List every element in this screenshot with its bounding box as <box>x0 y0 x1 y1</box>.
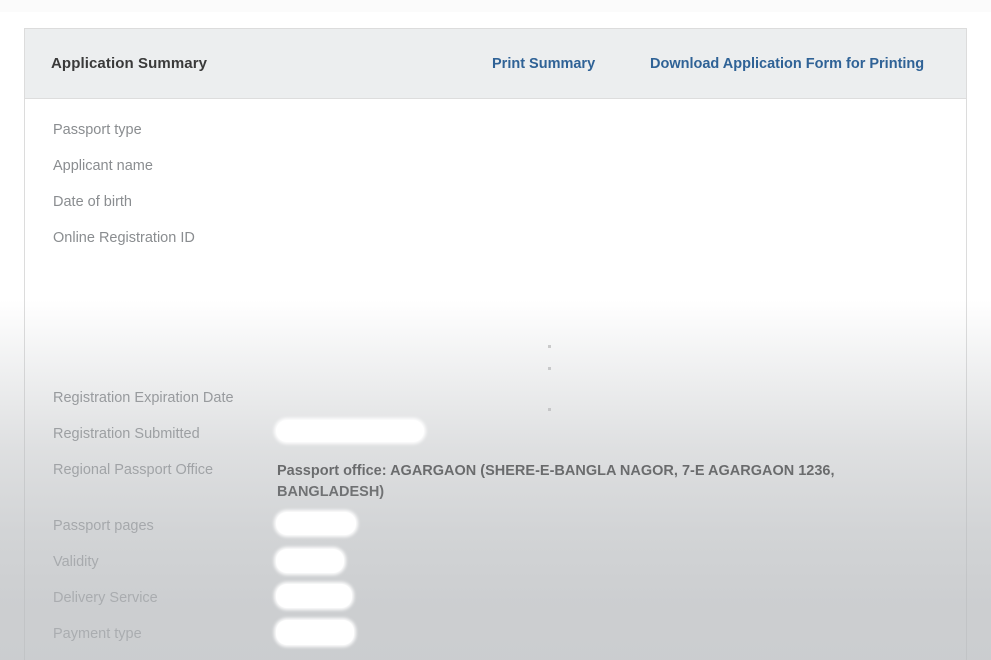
row-label-registration-submitted: Registration Submitted <box>53 426 200 442</box>
summary-body: Passport type Applicant name Date of bir… <box>25 99 966 660</box>
download-application-form-link[interactable]: Download Application Form for Printing <box>650 56 924 72</box>
table-row: Delivery Service <box>25 589 966 625</box>
page-title: Application Summary <box>51 55 208 72</box>
row-label-passport-type: Passport type <box>53 122 142 138</box>
page-canvas: Application Summary Print Summary Downlo… <box>0 0 991 660</box>
row-label-passport-pages: Passport pages <box>53 518 154 534</box>
redacted-ghost-text <box>275 195 336 211</box>
table-row: Payment type <box>25 625 966 660</box>
row-label-online-registration-id: Online Registration ID <box>53 230 195 246</box>
print-summary-link[interactable]: Print Summary <box>492 56 595 72</box>
application-summary-card: Application Summary Print Summary Downlo… <box>24 28 967 660</box>
table-row: Regional Passport Office Passport office… <box>25 461 966 513</box>
row-label-applicant-name: Applicant name <box>53 158 153 174</box>
row-value-regional-passport-office: Passport office: AGARGAON (SHERE-E-BANGL… <box>277 463 835 500</box>
card-header: Application Summary Print Summary Downlo… <box>25 29 966 99</box>
table-row: Passport type <box>25 121 966 157</box>
viewport-top-strip <box>0 0 991 12</box>
table-row: Validity <box>25 553 966 589</box>
table-row: Online Registration ID <box>25 229 966 265</box>
row-label-validity: Validity <box>53 554 99 570</box>
table-row: Passport pages <box>25 517 966 553</box>
row-label-payment-type: Payment type <box>53 626 142 642</box>
table-row: Date of birth <box>25 193 966 229</box>
row-label-date-of-birth: Date of birth <box>53 194 132 210</box>
row-label-regional-passport-office: Regional Passport Office <box>53 462 214 478</box>
table-row: Applicant name <box>25 157 966 193</box>
row-label-registration-expiration-date: Registration Expiration Date <box>53 390 234 406</box>
table-row: Registration Submitted <box>25 425 966 461</box>
row-label-delivery-service: Delivery Service <box>53 590 158 606</box>
table-row: Registration Expiration Date <box>25 389 966 425</box>
